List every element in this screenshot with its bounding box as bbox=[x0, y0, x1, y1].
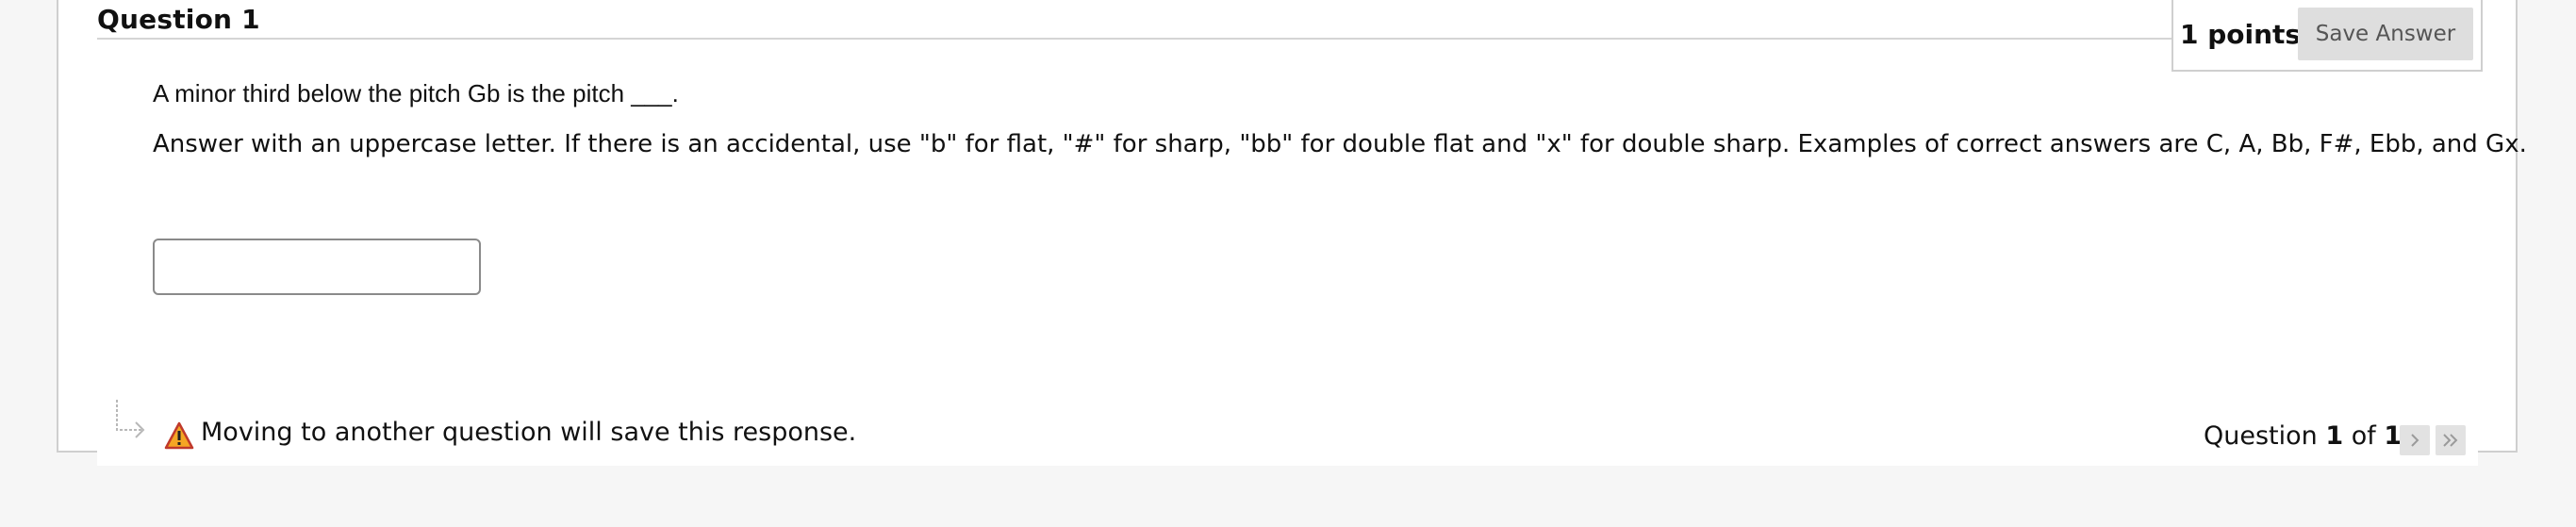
last-question-button[interactable] bbox=[2436, 425, 2466, 455]
chevron-right-icon bbox=[2411, 434, 2419, 447]
question-prompt: A minor third below the pitch Gb is the … bbox=[153, 79, 679, 107]
warning-triangle-icon bbox=[164, 421, 194, 450]
answer-input[interactable] bbox=[153, 239, 481, 295]
save-answer-button[interactable]: Save Answer bbox=[2298, 8, 2473, 60]
question-position: Question 1 of 10 bbox=[2204, 421, 2419, 451]
question-position-prefix: Question bbox=[2204, 421, 2318, 451]
question-title: Question 1 bbox=[97, 4, 260, 35]
question-current-number: 1 bbox=[2325, 421, 2344, 451]
next-question-button[interactable] bbox=[2400, 425, 2430, 455]
double-chevron-right-icon bbox=[2443, 434, 2458, 447]
question-panel bbox=[57, 0, 2518, 453]
save-warning-text: Moving to another question will save thi… bbox=[201, 418, 857, 447]
question-position-of: of bbox=[2351, 421, 2376, 451]
return-arrow-icon bbox=[116, 400, 145, 438]
quiz-page: Question 1 1 points Save Answer A minor … bbox=[0, 0, 2576, 527]
points-label: 1 points bbox=[2180, 19, 2302, 50]
question-instructions: Answer with an uppercase letter. If ther… bbox=[153, 130, 2527, 158]
title-divider bbox=[97, 38, 2171, 40]
